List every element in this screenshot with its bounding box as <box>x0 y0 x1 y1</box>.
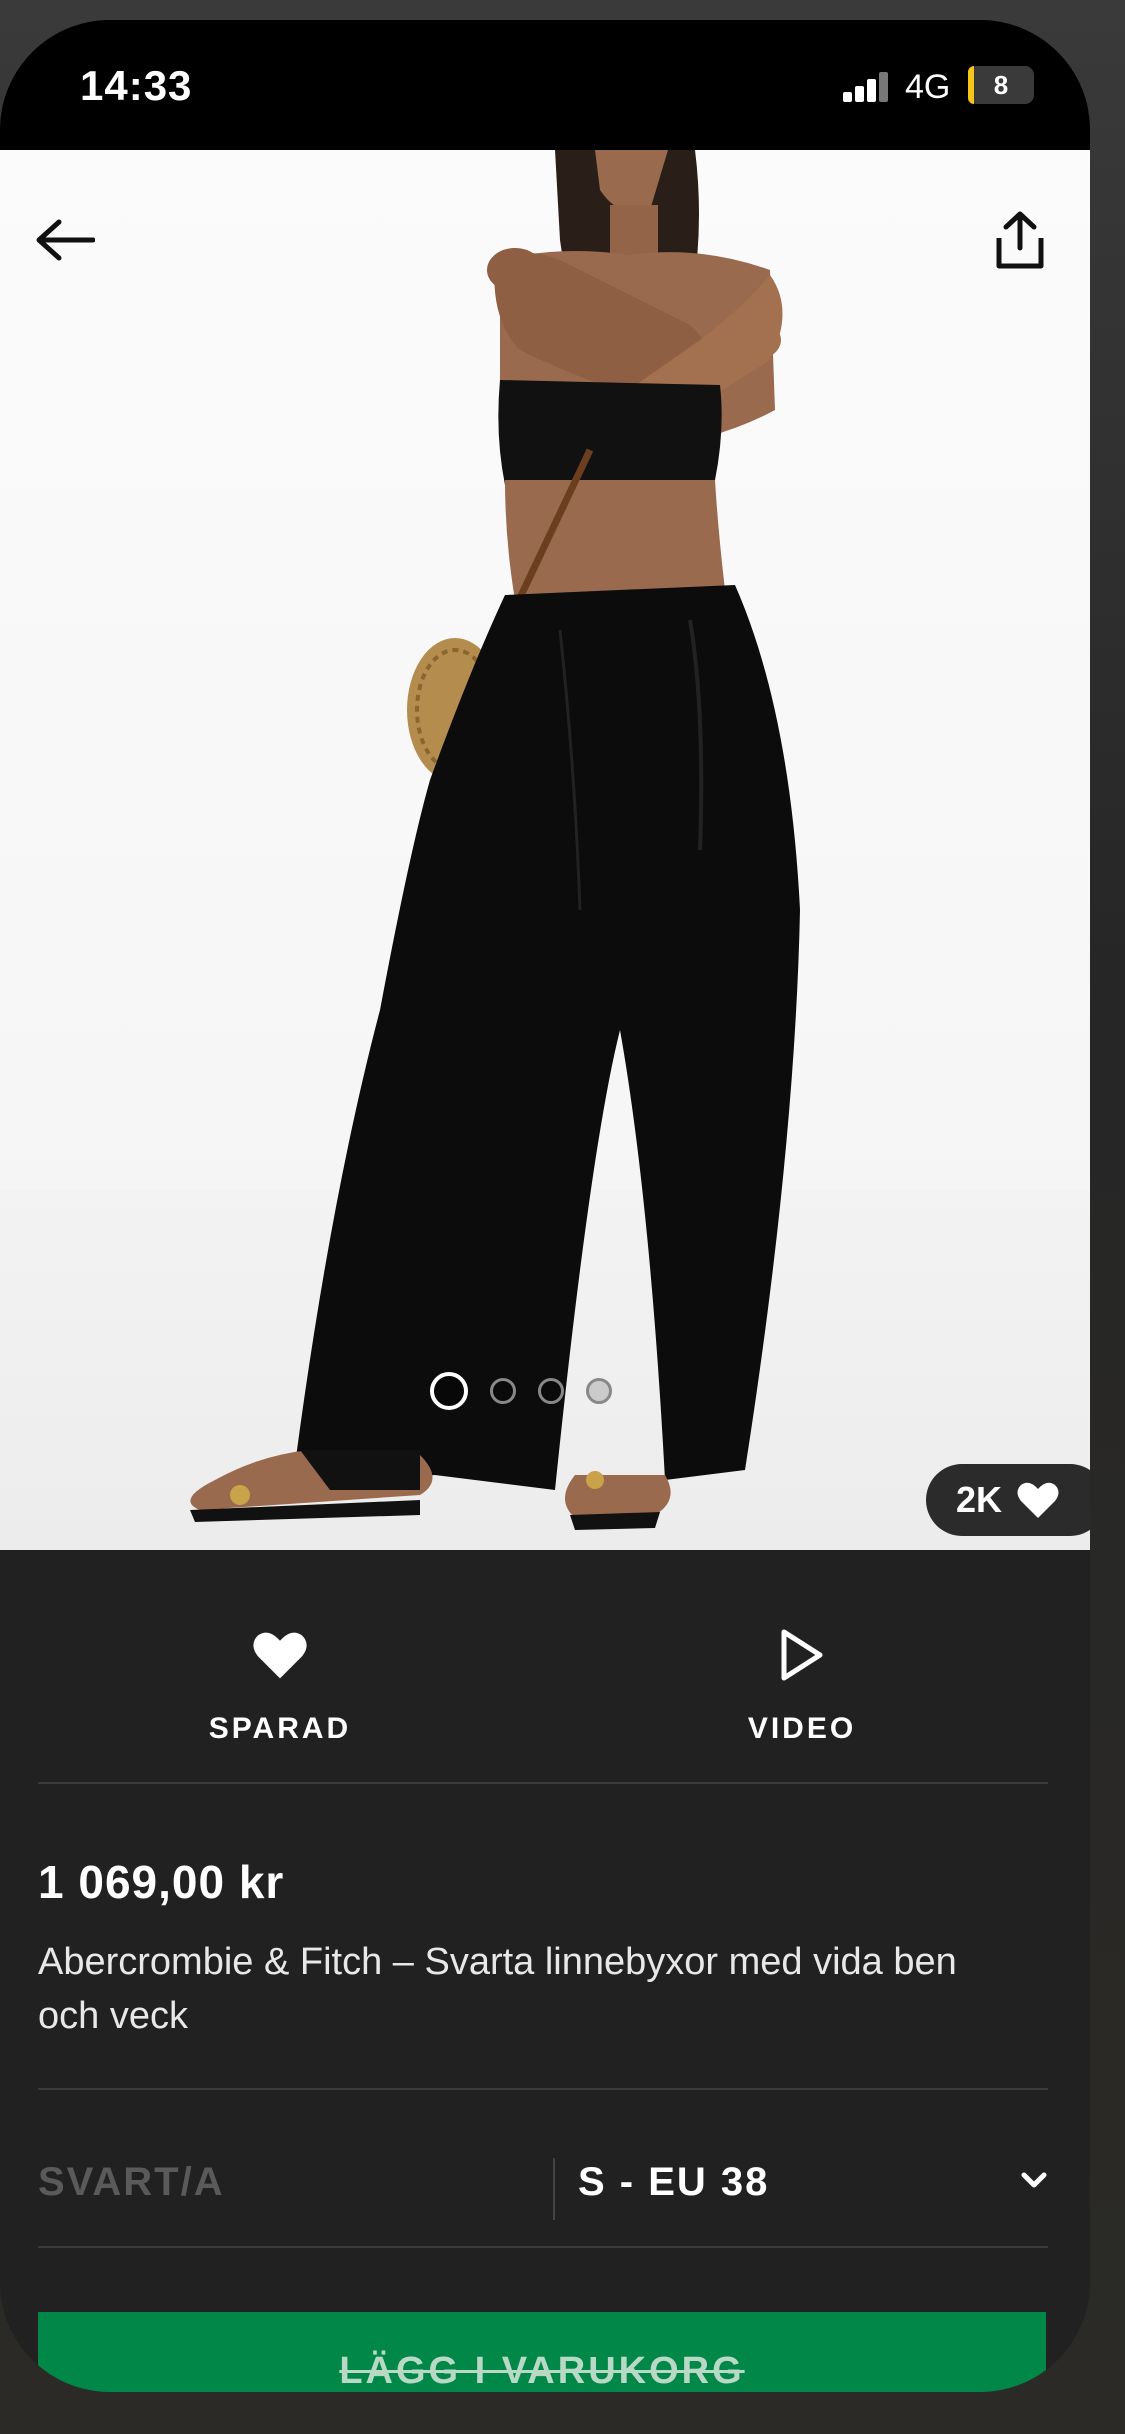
product-image[interactable]: 2K <box>0 150 1090 1550</box>
divider <box>38 2246 1048 2248</box>
battery-icon: 8 <box>968 66 1034 104</box>
share-icon <box>996 211 1044 269</box>
arrow-left-icon <box>36 219 95 261</box>
status-time: 14:33 <box>80 62 193 109</box>
chevron-down-icon <box>1021 2172 1047 2188</box>
add-to-cart-button[interactable]: LÄGG I VARUKORG <box>38 2312 1046 2392</box>
video-label: VIDEO <box>747 1712 857 1745</box>
video-button[interactable]: VIDEO <box>662 1620 942 1746</box>
divider <box>38 2088 1048 2090</box>
phone-screen: 14:33 4G 8 2K SPARAD VIDEO 1 069,00 kr A… <box>0 20 1090 2392</box>
color-select[interactable]: SVART/A <box>38 2160 225 2205</box>
product-actions: SPARAD VIDEO <box>0 1550 1090 1810</box>
back-button[interactable] <box>20 195 110 285</box>
carousel-dot-1[interactable] <box>430 1372 468 1410</box>
product-price: 1 069,00 kr <box>38 1856 285 1908</box>
heart-filled-icon <box>253 1632 307 1679</box>
carousel-dot-2[interactable] <box>490 1378 516 1404</box>
heart-icon <box>1017 1482 1059 1518</box>
save-label: SPARAD <box>208 1712 352 1745</box>
size-select[interactable]: S - EU 38 <box>578 2148 1048 2232</box>
product-title: Abercrombie & Fitch – Svarta linnebyxor … <box>38 1941 957 2037</box>
play-outline-icon <box>781 1629 823 1681</box>
carousel-dots <box>430 1372 612 1410</box>
network-label: 4G <box>905 68 951 106</box>
save-button[interactable]: SPARAD <box>140 1620 420 1746</box>
size-value: S - EU 38 <box>578 2160 770 2204</box>
divider <box>38 1782 1048 1784</box>
likes-count: 2K <box>956 1479 1003 1520</box>
model-photo <box>190 150 800 1530</box>
battery-percent: 8 <box>993 69 1009 100</box>
likes-badge: 2K <box>926 1464 1090 1536</box>
selector-separator <box>553 2158 555 2220</box>
share-button[interactable] <box>975 195 1065 285</box>
battery-level <box>968 66 974 104</box>
status-bar: 14:33 4G 8 <box>0 20 1090 150</box>
carousel-dot-3[interactable] <box>538 1378 564 1404</box>
signal-icon <box>843 72 889 102</box>
carousel-dot-4[interactable] <box>586 1378 612 1404</box>
